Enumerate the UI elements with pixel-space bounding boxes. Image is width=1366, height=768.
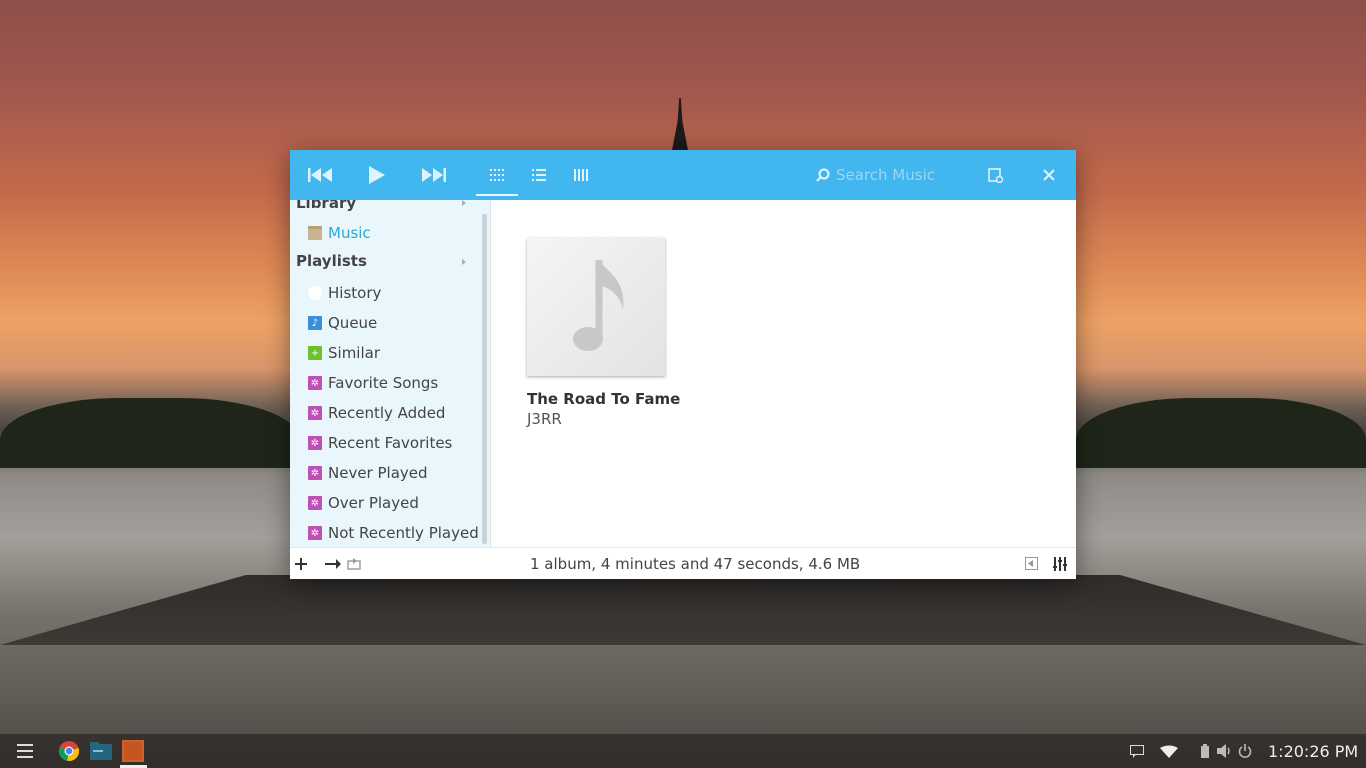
smart-playlist-icon: ✲ <box>308 496 322 510</box>
files-app[interactable] <box>90 740 112 762</box>
sidebar-item-history[interactable]: History <box>308 280 484 306</box>
sidebar: Library Music Playlists History ♪ Queue … <box>290 200 490 547</box>
album-artist[interactable]: J3RR <box>527 410 562 428</box>
sidebar-item-label: Recent Favorites <box>328 434 453 452</box>
speaker-icon <box>1217 744 1230 758</box>
music-app[interactable] <box>122 740 144 762</box>
tower-silhouette <box>672 98 688 150</box>
close-icon <box>1043 169 1055 181</box>
stone-platform <box>0 575 1366 645</box>
repeat-button[interactable] <box>346 555 362 572</box>
add-playlist-button[interactable] <box>292 555 310 572</box>
list-view-button[interactable] <box>526 162 552 188</box>
tree-line-left <box>0 398 300 468</box>
arrow-right-icon <box>325 558 341 569</box>
play-button[interactable] <box>364 162 390 188</box>
sidebar-item-label: Recently Added <box>328 404 446 422</box>
grid-view-icon <box>490 169 504 181</box>
chrome-app[interactable] <box>58 740 80 762</box>
search-icon <box>816 168 830 182</box>
chat-bubble-icon <box>1130 744 1144 758</box>
search-box[interactable] <box>816 162 966 188</box>
shuffle-button[interactable] <box>324 555 342 572</box>
battery-indicator[interactable] <box>1194 740 1216 762</box>
search-input[interactable] <box>836 166 956 184</box>
column-view-icon <box>574 169 588 181</box>
sidebar-item-over-played[interactable]: ✲ Over Played <box>308 490 484 516</box>
taskbar: 1:20:26 PM <box>0 734 1366 768</box>
tree-line-right <box>1076 398 1366 468</box>
battery-icon <box>1201 744 1209 758</box>
status-bar: 1 album, 4 minutes and 47 seconds, 4.6 M… <box>290 547 1076 579</box>
repeat-icon <box>347 557 361 570</box>
sidebar-item-similar[interactable]: + Similar <box>308 340 484 366</box>
panel-toggle-icon <box>1024 557 1038 570</box>
smart-playlist-icon: ✲ <box>308 406 322 420</box>
music-note-icon <box>573 260 624 351</box>
playlists-header: Playlists <box>296 252 367 270</box>
toolbar <box>290 150 1076 200</box>
wifi-button[interactable] <box>1158 740 1180 762</box>
mini-player-icon <box>987 167 1003 183</box>
sidebar-item-queue[interactable]: ♪ Queue <box>308 310 484 336</box>
mini-player-button[interactable] <box>984 162 1006 188</box>
similar-icon: + <box>308 346 322 360</box>
volume-button[interactable] <box>1214 740 1236 762</box>
close-button[interactable] <box>1038 162 1060 188</box>
chrome-icon <box>58 741 80 762</box>
skip-previous-icon <box>308 168 332 182</box>
app-launcher-button[interactable] <box>14 740 36 762</box>
music-app-icon <box>122 740 144 762</box>
smart-playlist-icon: ✲ <box>308 466 322 480</box>
sidebar-scrollbar[interactable] <box>482 214 487 544</box>
folder-icon <box>308 226 322 240</box>
album-cover[interactable] <box>527 238 665 376</box>
library-header: Library <box>296 200 357 212</box>
queue-icon: ♪ <box>308 316 322 330</box>
system-clock[interactable]: 1:20:26 PM <box>1268 742 1358 761</box>
sidebar-item-label: Favorite Songs <box>328 374 439 392</box>
equalizer-icon <box>1053 556 1067 571</box>
active-view-indicator <box>476 194 518 196</box>
library-expander-icon[interactable] <box>462 200 466 206</box>
list-view-icon <box>532 169 546 181</box>
power-icon <box>1238 744 1252 758</box>
status-summary: 1 album, 4 minutes and 47 seconds, 4.6 M… <box>530 555 861 573</box>
play-icon <box>369 166 385 184</box>
smart-playlist-icon: ✲ <box>308 526 322 540</box>
next-button[interactable] <box>418 162 448 188</box>
notifications-button[interactable] <box>1126 740 1148 762</box>
skip-next-icon <box>422 168 446 182</box>
equalizer-button[interactable] <box>1050 555 1070 572</box>
power-button[interactable] <box>1234 740 1256 762</box>
plus-icon <box>295 557 307 570</box>
sidebar-item-label: Not Recently Played <box>328 524 479 542</box>
album-grid: The Road To Fame J3RR <box>491 200 1076 547</box>
sidebar-item-label: Over Played <box>328 494 419 512</box>
clock-icon <box>308 286 322 300</box>
files-icon <box>90 742 112 760</box>
info-panel-button[interactable] <box>1022 555 1040 572</box>
playlists-expander-icon[interactable] <box>462 259 466 265</box>
previous-button[interactable] <box>306 162 336 188</box>
grid-view-button[interactable] <box>484 162 510 188</box>
sidebar-item-label: Music <box>328 224 371 242</box>
app-launcher-icon <box>17 744 33 758</box>
music-window: Library Music Playlists History ♪ Queue … <box>290 150 1076 579</box>
sidebar-item-label: Similar <box>328 344 380 362</box>
column-view-button[interactable] <box>568 162 594 188</box>
smart-playlist-icon: ✲ <box>308 436 322 450</box>
sidebar-item-music[interactable]: Music <box>308 220 484 246</box>
album-title[interactable]: The Road To Fame <box>527 390 680 408</box>
sidebar-item-not-recently-played[interactable]: ✲ Not Recently Played <box>308 520 484 546</box>
sidebar-item-recent-favorites[interactable]: ✲ Recent Favorites <box>308 430 484 456</box>
sidebar-item-label: History <box>328 284 382 302</box>
smart-playlist-icon: ✲ <box>308 376 322 390</box>
sidebar-item-never-played[interactable]: ✲ Never Played <box>308 460 484 486</box>
sidebar-item-label: Never Played <box>328 464 428 482</box>
sidebar-item-label: Queue <box>328 314 378 332</box>
sidebar-item-recently-added[interactable]: ✲ Recently Added <box>308 400 484 426</box>
sidebar-item-favorite-songs[interactable]: ✲ Favorite Songs <box>308 370 484 396</box>
wifi-icon <box>1160 745 1178 758</box>
